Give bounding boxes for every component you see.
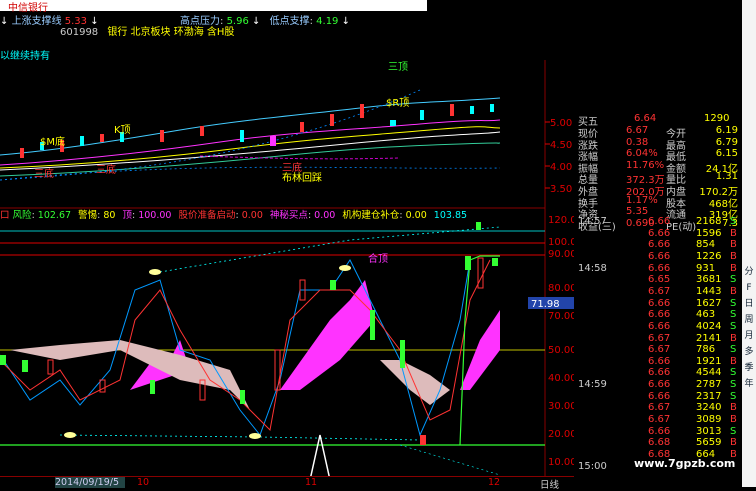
side-tab-0[interactable]: 分 — [742, 265, 756, 279]
low-support-label: 低点支撑 — [269, 16, 310, 27]
tick-row: 6.65 3681 S — [648, 274, 737, 286]
tick-row: 6.67 3240 B — [648, 402, 737, 414]
svg-text:90.00: 90.00 — [548, 249, 574, 260]
tick-row: 14:57 6.66 2168 S — [578, 216, 737, 227]
tick-row: 14:58 6.66 931 B — [578, 262, 737, 274]
svg-text:20.00: 20.00 — [548, 429, 574, 440]
side-tab-5[interactable]: 多 — [742, 345, 756, 359]
date-axis[interactable]: 2014/09/19/5 10 11 12 日线 — [0, 476, 574, 491]
ann-sell: 三底 — [282, 161, 302, 174]
ann-k-top: K顶 — [114, 124, 131, 136]
tick-row: 6.67 3089 B — [648, 414, 737, 426]
svg-text:100.00: 100.00 — [548, 237, 574, 248]
hold-hint: 以继续持有 — [0, 51, 50, 62]
ann-r-top: $R顶 — [386, 97, 409, 109]
ann-three-bottom: 三底 — [34, 167, 54, 180]
ann-he: 合顶 — [368, 252, 388, 265]
tick-row: 6.66 4024 S — [648, 320, 737, 332]
tick-row: 6.67 1443 B — [648, 285, 737, 297]
ann-three-bottom-2: 三底 — [96, 163, 116, 176]
tick-row: 6.66 2317 S — [648, 390, 737, 402]
svg-text:71.98: 71.98 — [531, 299, 560, 310]
tick-row: 6.66 1921 B — [648, 355, 737, 367]
quote-row: 涨跌 0.38 最高 6.79 — [578, 136, 738, 152]
tick-row: 6.66 1627 S — [648, 297, 737, 309]
quote-panel: 买五 6.64 1290 现价 6.67 今开 6.19 涨跌 0.38 最高 6.79 涨幅 6… — [574, 0, 742, 487]
svg-text:120.00: 120.00 — [548, 215, 574, 226]
svg-text:4.00: 4.00 — [550, 162, 572, 173]
watermark: www.7gpzb.com — [634, 457, 736, 470]
svg-text:80.00: 80.00 — [548, 283, 574, 294]
tick-row: 6.66 1596 B — [648, 227, 737, 239]
chart-area[interactable]: 三顶 $R顶 K顶 $M底 三底 三底 布林回踩 三底 合顶 120.00 10… — [0, 60, 574, 487]
quote-row: 振幅 11.76% 金额 24.1亿 — [578, 159, 738, 175]
side-tab-7[interactable]: 年 — [742, 377, 756, 391]
quote-row: 换手 1.17% 股本 468亿 — [578, 194, 738, 210]
tick-row: 6.68 5659 B — [648, 437, 737, 449]
svg-text:4.50: 4.50 — [550, 140, 572, 151]
tick-row: 6.66 854 B — [648, 239, 737, 251]
ann-three-top: 三顶 — [388, 61, 408, 73]
stock-tags: 银行 北京板块 环渤海 含H股 — [107, 27, 235, 38]
quote-row: 涨幅 6.04% 最低 6.15 — [578, 148, 738, 164]
side-tab-4[interactable]: 月 — [742, 329, 756, 343]
svg-text:70.00: 70.00 — [548, 311, 574, 322]
tick-row: 6.66 4544 S — [648, 367, 737, 379]
side-tab-2[interactable]: 日 — [742, 297, 756, 311]
buy5-row: 买五 6.64 1290 — [578, 113, 730, 128]
ma-line-pink — [0, 119, 501, 166]
quote-row: 现价 6.67 今开 6.19 — [578, 125, 738, 140]
side-tab-1[interactable]: F — [742, 281, 756, 295]
svg-text:50.00: 50.00 — [548, 345, 574, 356]
low-support-value: 4.19 — [316, 16, 339, 27]
quote-row: 外盘 202.0万 内盘 170.2万 — [578, 187, 738, 198]
svg-text:3.50: 3.50 — [550, 184, 572, 195]
svg-text:5.00: 5.00 — [550, 118, 572, 129]
stock-info: 601998 银行 北京板块 环渤海 含H股 — [60, 23, 235, 38]
indicator-values: 口 风险: 102.67 警惕: 80 顶: 100.00 股价准备启动: 0.… — [0, 210, 468, 221]
svg-text:30.00: 30.00 — [548, 401, 574, 412]
ann-m-bottom: $M底 — [40, 135, 65, 148]
side-tab-6[interactable]: 季 — [742, 361, 756, 375]
upper-support-label: 上涨支撑线 — [11, 16, 62, 27]
quote-row: 总量 372.3万 量比 1.31 — [578, 171, 738, 187]
tick-row: 6.66 463 S — [648, 309, 737, 321]
side-tab-bar[interactable]: 分F日周月多季年 — [742, 0, 756, 487]
stock-code: 601998 — [60, 27, 99, 38]
tick-row: 14:59 6.66 2787 S — [578, 379, 737, 391]
side-tab-3[interactable]: 周 — [742, 313, 756, 327]
tick-row: 6.66 1226 B — [648, 250, 737, 262]
svg-text:10.00: 10.00 — [548, 457, 574, 468]
tick-row: 6.67 2141 B — [648, 332, 737, 344]
tick-row: 6.66 3013 S — [648, 425, 737, 437]
ma-line-yellow — [0, 126, 501, 169]
window-title-bar: 中信银行 — [0, 0, 427, 14]
svg-text:40.00: 40.00 — [548, 373, 574, 384]
tick-row: 6.67 786 S — [648, 344, 737, 356]
